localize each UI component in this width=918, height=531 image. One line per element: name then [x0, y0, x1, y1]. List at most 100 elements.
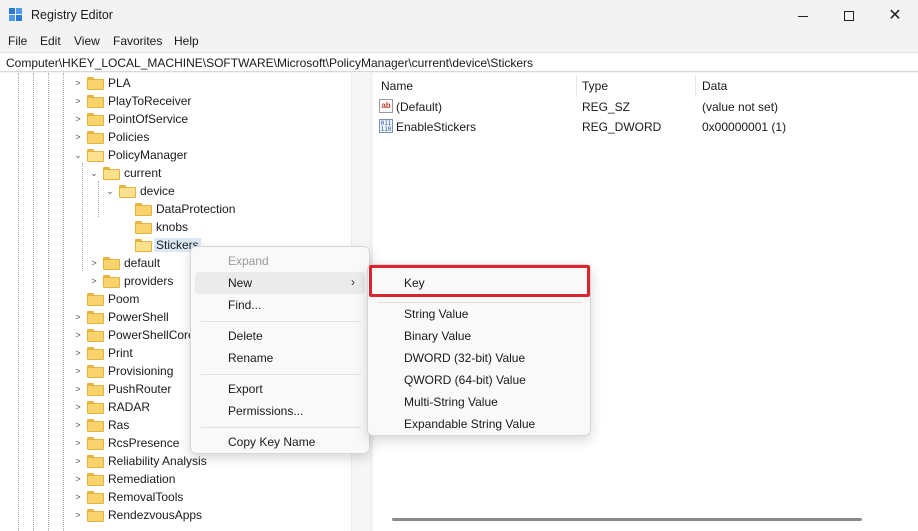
- menu-item-label: Export: [228, 382, 263, 396]
- value-row[interactable]: ab (Default) REG_SZ (value not set): [373, 98, 918, 116]
- menu-item-permissions[interactable]: Permissions...: [195, 400, 365, 422]
- tree-item-playtoreceiver[interactable]: > PlayToReceiver: [73, 92, 191, 110]
- tree-item-stickers[interactable]: Stickers: [121, 236, 201, 254]
- chevron-right-icon[interactable]: >: [73, 366, 83, 376]
- menu-edit[interactable]: Edit: [40, 34, 61, 48]
- chevron-right-icon[interactable]: >: [73, 474, 83, 484]
- submenu-item-binary-value[interactable]: Binary Value: [372, 325, 586, 347]
- tree-item-label: knobs: [156, 220, 189, 234]
- menu-item-label: Multi-String Value: [404, 395, 498, 409]
- chevron-right-icon[interactable]: >: [73, 438, 83, 448]
- tree-item-policies[interactable]: > Policies: [73, 128, 149, 146]
- menu-item-export[interactable]: Export: [195, 378, 365, 400]
- close-button[interactable]: ✕: [872, 0, 918, 32]
- tree-item-label: Remediation: [108, 472, 176, 486]
- folder-open-icon: [119, 184, 136, 198]
- horizontal-scrollbar[interactable]: [392, 518, 862, 521]
- tree-item-provisioning[interactable]: > Provisioning: [73, 362, 173, 380]
- tree-item-label: RendezvousApps: [108, 508, 203, 522]
- chevron-down-icon[interactable]: ⌄: [73, 150, 83, 160]
- tree-item-remediation[interactable]: > Remediation: [73, 470, 175, 488]
- maximize-icon: [844, 11, 854, 21]
- menu-view[interactable]: View: [74, 34, 100, 48]
- tree-item-removaltools[interactable]: > RemovalTools: [73, 488, 183, 506]
- chevron-right-icon[interactable]: >: [73, 510, 83, 520]
- menu-item-expand: Expand: [195, 250, 365, 272]
- tree-item-poom[interactable]: Poom: [73, 290, 139, 308]
- folder-icon: [87, 364, 104, 378]
- tree-item-providers[interactable]: > providers: [89, 272, 173, 290]
- tree-item-device[interactable]: ⌄ device: [105, 182, 174, 200]
- menu-favorites[interactable]: Favorites: [113, 34, 162, 48]
- chevron-down-icon[interactable]: ⌄: [89, 168, 99, 178]
- column-divider[interactable]: [695, 75, 696, 97]
- submenu-item-dword-value[interactable]: DWORD (32-bit) Value: [372, 347, 586, 369]
- chevron-right-icon[interactable]: >: [73, 384, 83, 394]
- menu-item-delete[interactable]: Delete: [195, 325, 365, 347]
- tree-item-knobs[interactable]: knobs: [121, 218, 188, 236]
- chevron-right-icon[interactable]: >: [73, 492, 83, 502]
- tree-item-powershell[interactable]: > PowerShell: [73, 308, 168, 326]
- tree-item-label: RemovalTools: [108, 490, 184, 504]
- menu-file[interactable]: File: [8, 34, 27, 48]
- chevron-right-icon[interactable]: >: [73, 78, 83, 88]
- submenu-item-qword-value[interactable]: QWORD (64-bit) Value: [372, 369, 586, 391]
- folder-icon: [135, 220, 152, 234]
- tree-item-rcspresence[interactable]: > RcsPresence: [73, 434, 179, 452]
- folder-icon: [87, 508, 104, 522]
- column-header-data[interactable]: Data: [702, 79, 727, 93]
- tree-item-dataprotection[interactable]: DataProtection: [121, 200, 235, 218]
- chevron-right-icon[interactable]: >: [89, 258, 99, 268]
- chevron-right-icon[interactable]: >: [73, 114, 83, 124]
- folder-icon: [87, 310, 104, 324]
- tree-item-pointofservice[interactable]: > PointOfService: [73, 110, 188, 128]
- menu-item-find[interactable]: Find...: [195, 294, 365, 316]
- chevron-right-icon[interactable]: >: [89, 276, 99, 286]
- value-data: (value not set): [702, 100, 779, 114]
- submenu-item-multi-string-value[interactable]: Multi-String Value: [372, 391, 586, 413]
- folder-open-icon: [87, 148, 104, 162]
- column-header-name[interactable]: Name: [381, 79, 413, 93]
- tree-item-rendezvousapps[interactable]: > RendezvousApps: [73, 506, 202, 524]
- submenu-item-expandable-string-value[interactable]: Expandable String Value: [372, 413, 586, 435]
- address-bar[interactable]: Computer\HKEY_LOCAL_MACHINE\SOFTWARE\Mic…: [0, 52, 918, 72]
- address-path[interactable]: Computer\HKEY_LOCAL_MACHINE\SOFTWARE\Mic…: [6, 56, 533, 70]
- menu-item-copy-key-name[interactable]: Copy Key Name: [195, 431, 365, 453]
- chevron-right-icon[interactable]: >: [73, 330, 83, 340]
- tree-item-ras[interactable]: > Ras: [73, 416, 129, 434]
- tree-item-powershellcore[interactable]: > PowerShellCore: [73, 326, 194, 344]
- maximize-button[interactable]: [826, 0, 872, 32]
- column-divider[interactable]: [576, 75, 577, 97]
- value-type: REG_SZ: [582, 100, 631, 114]
- column-header-type[interactable]: Type: [582, 79, 608, 93]
- value-row[interactable]: 011 110 EnableStickers REG_DWORD 0x000000…: [373, 118, 918, 136]
- tree-item-default[interactable]: > default: [89, 254, 160, 272]
- chevron-right-icon[interactable]: >: [73, 402, 83, 412]
- tree-item-label: Policies: [108, 130, 150, 144]
- chevron-right-icon[interactable]: >: [73, 348, 83, 358]
- tree-item-current[interactable]: ⌄ current: [89, 164, 161, 182]
- tree-item-radar[interactable]: > RADAR: [73, 398, 150, 416]
- chevron-down-icon[interactable]: ⌄: [105, 186, 115, 196]
- tree-item-policymanager[interactable]: ⌄ PolicyManager: [73, 146, 187, 164]
- submenu-item-string-value[interactable]: String Value: [372, 303, 586, 325]
- tree-item-pla[interactable]: > PLA: [73, 74, 130, 92]
- binary-value-icon: 011 110: [379, 119, 393, 133]
- tree-guide-line: [98, 181, 99, 217]
- menu-item-label: New: [228, 276, 253, 290]
- chevron-right-icon[interactable]: >: [73, 456, 83, 466]
- tree-item-print[interactable]: > Print: [73, 344, 133, 362]
- menu-item-new[interactable]: New ›: [195, 272, 365, 294]
- minimize-button[interactable]: [780, 0, 826, 32]
- menu-item-rename[interactable]: Rename: [195, 347, 365, 369]
- tree-item-pushrouter[interactable]: > PushRouter: [73, 380, 171, 398]
- tree-item-reliability-analysis[interactable]: > Reliability Analysis: [73, 452, 206, 470]
- chevron-right-icon[interactable]: >: [73, 96, 83, 106]
- chevron-right-icon[interactable]: >: [73, 420, 83, 430]
- chevron-right-icon[interactable]: >: [73, 132, 83, 142]
- tree-item-label: Print: [108, 346, 133, 360]
- menu-help[interactable]: Help: [174, 34, 199, 48]
- value-name: (Default): [396, 100, 443, 114]
- chevron-right-icon[interactable]: >: [73, 312, 83, 322]
